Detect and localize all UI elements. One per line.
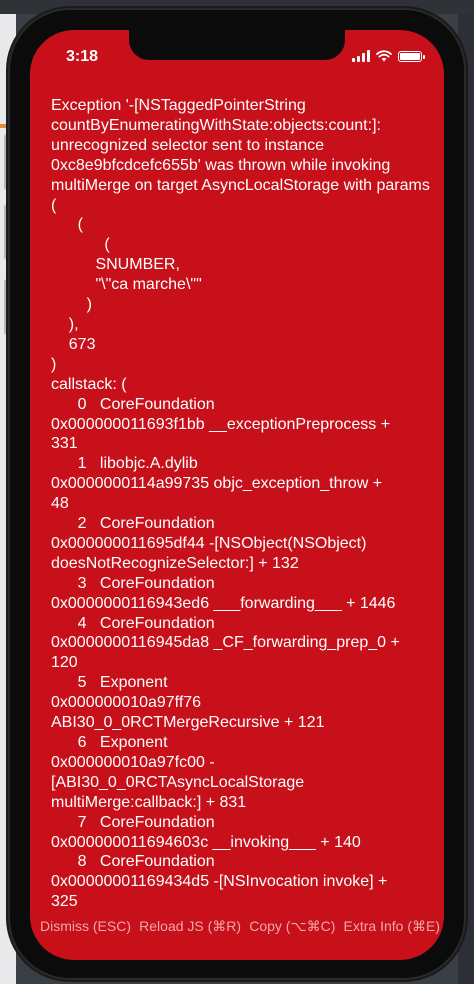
redbox-action-bar: Dismiss (ESC) Reload JS (⌘R) Copy (⌥⌘C) …	[30, 916, 444, 960]
red-error-screen: 3:18 Exception '-[NSTaggedPointerString …	[30, 30, 444, 960]
status-time: 3:18	[66, 48, 99, 65]
error-message: Exception '-[NSTaggedPointerString count…	[51, 97, 430, 911]
reload-js-button[interactable]: Reload JS (⌘R)	[139, 918, 241, 935]
signal-icon	[352, 50, 370, 62]
battery-icon	[398, 50, 425, 62]
wifi-icon	[376, 50, 392, 62]
extra-info-button[interactable]: Extra Info (⌘E)	[344, 918, 440, 935]
dismiss-button[interactable]: Dismiss (ESC)	[40, 918, 131, 934]
copy-button[interactable]: Copy (⌥⌘C)	[249, 918, 335, 935]
status-icons	[352, 50, 425, 62]
phone-frame: 3:18 Exception '-[NSTaggedPointerString …	[8, 8, 466, 980]
notch	[129, 30, 345, 60]
